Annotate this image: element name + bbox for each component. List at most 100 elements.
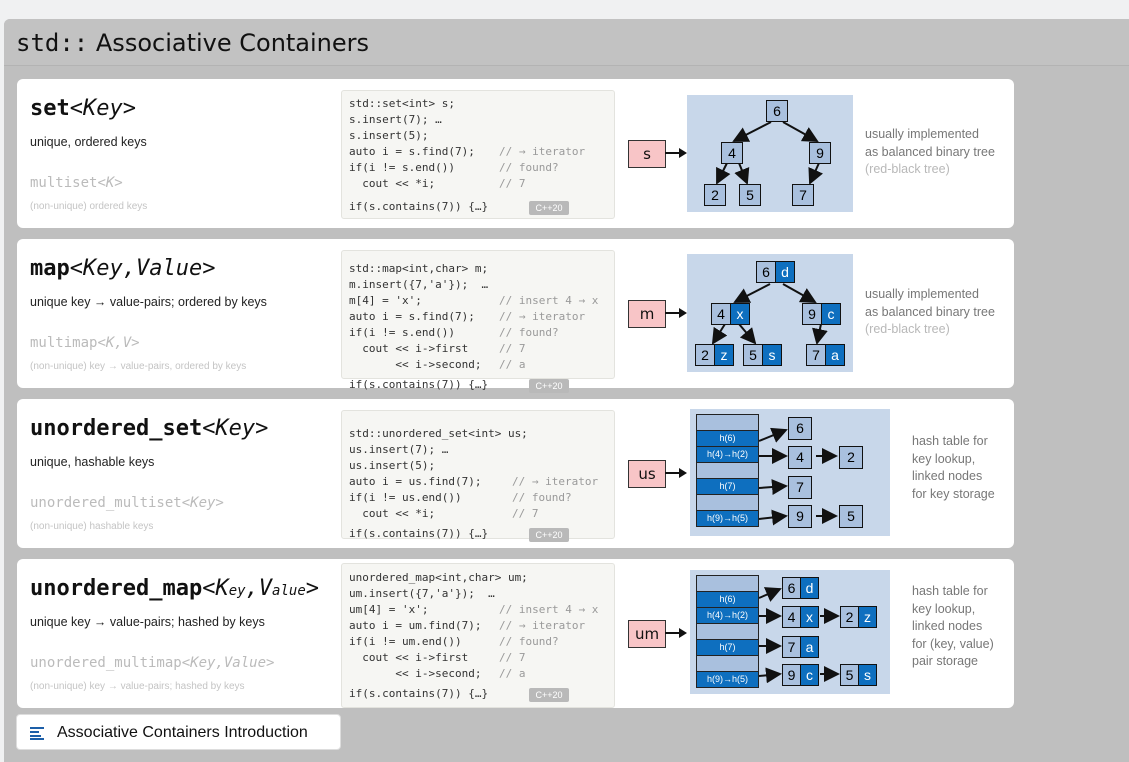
code-line: if(i != um.end()) [349,635,462,648]
list-icon [30,727,44,740]
node-value: a [801,636,819,658]
associative-containers-intro-link[interactable]: Associative Containers Introduction [16,714,341,750]
hash-node: 9 [788,505,812,528]
card-set: set<Key> unique, ordered keys multiset<K… [17,79,1014,228]
card-unordered-set: unordered_set<Key> unique, hashable keys… [17,399,1014,548]
heading-unordered-map: unordered_map<Key,Value> [30,576,320,601]
node-value: x [731,303,750,325]
code-comment: // → iterator [499,145,586,158]
code-line: cout << i->first [349,651,469,664]
code-example: unordered_map<int,char> um; um.insert({7… [341,563,615,708]
hash-bucket: h(6) [696,591,759,608]
code-comment: // found? [499,326,559,339]
code-line: auto i = um.find(7); [349,619,482,632]
node-key: 9 [782,664,801,686]
multi-variant: unordered_multimap<Key,Value> [30,655,275,671]
hash-node: 7 a [782,636,819,658]
code-comment: // found? [499,161,559,174]
code-comment: // insert 4 → x [499,294,599,307]
code-comment: // a [499,358,526,371]
code-line: std::set<int> s; [349,97,455,110]
hash-node: 2 [839,446,863,469]
hash-table-diagram: h(6) h(4)→h(2) h(7) h(9)→h(5) 6 4 2 7 9 … [690,409,890,536]
tree-node: 2 [704,184,726,206]
tree-node: 7 [792,184,814,206]
cpp20-badge: C++20 [529,201,569,215]
page-title: std:: Associative Containers [16,29,370,57]
hash-node: 4 x [782,606,819,628]
code-comment: // 7 [499,651,526,664]
code-line: m[4] = 'x'; [349,294,422,307]
hash-bucket [696,414,759,431]
hash-bucket: h(4)→h(2) [696,607,759,624]
description: unique, ordered keys [30,135,147,149]
hash-bucket: h(7) [696,478,759,495]
implementation-note: hash table for key lookup, linked nodes for… [912,584,994,668]
hash-bucket [696,655,759,672]
node-value: a [826,344,845,366]
code-line: auto i = s.find(7); [349,310,475,323]
node-key: 6 [782,577,801,599]
node-key: 9 [802,303,822,325]
implementation-note: hash table for key lookup, linked nodes for… [912,434,995,501]
code-line: um.insert({7,'a'}); … [349,587,495,600]
card-unordered-map: unordered_map<Key,Value> unique key → va… [17,559,1014,708]
node-key: 5 [743,344,763,366]
hash-node: 2 z [840,606,877,628]
hash-bucket: h(7) [696,639,759,656]
tree-diagram: 6 d 4 x 9 c 2 z 5 s 7 a [687,254,853,372]
hash-node: 5 [839,505,863,528]
hash-bucket: h(9)→h(5) [696,510,759,527]
variable-box: us [628,460,666,488]
code-line: if(i != us.end()) [349,491,462,504]
hash-node: 6 [788,417,812,440]
hash-node: 5 s [840,664,877,686]
node-key: 7 [782,636,801,658]
code-line: if(s.contains(7)) {…} [349,687,489,700]
node-key: 7 [806,344,826,366]
node-value: s [763,344,782,366]
code-line: if(s.contains(7)) {…} [349,200,489,213]
code-example: std::set<int> s; s.insert(7); … s.insert… [341,90,615,219]
node-value: z [715,344,734,366]
code-comment: // → iterator [499,310,586,323]
tree-node: 7 a [806,344,845,366]
variable-box: m [628,300,666,328]
code-line: m.insert({7,'a'}); … [349,278,489,291]
hash-bucket [696,575,759,592]
node-key: 2 [695,344,715,366]
heading-unordered-set: unordered_set<Key> [30,416,269,441]
node-value: c [822,303,841,325]
multi-variant-note: (non-unique) key → value-pairs; hashed b… [30,681,245,692]
code-comment: // 7 [499,342,526,355]
code-comment: // found? [512,491,572,504]
hash-node: 4 [788,446,812,469]
multi-variant-note: (non-unique) ordered keys [30,201,148,212]
hash-node: 6 d [782,577,819,599]
hash-table-diagram: h(6) h(4)→h(2) h(7) h(9)→h(5) 6 d 4 x 2 … [690,570,890,694]
code-line: unordered_map<int,char> um; [349,571,528,584]
code-line: us.insert(7); … [349,443,449,456]
hash-bucket [696,494,759,511]
variable-box: s [628,140,666,168]
node-key: 4 [711,303,731,325]
code-comment: // 7 [499,177,526,190]
code-line: << i->second; [349,358,482,371]
code-line: std::map<int,char> m; [349,262,489,275]
hash-node: 7 [788,476,812,499]
code-line: s.insert(7); … [349,113,442,126]
code-line: std::unordered_set<int> us; [349,427,528,440]
code-comment: // → iterator [499,619,586,632]
code-line: auto i = us.find(7); [349,475,482,488]
implementation-note: usually implemented as balanced binary tr… [865,127,995,176]
code-comment: // found? [499,635,559,648]
code-line: cout << *i; [349,177,436,190]
hash-node: 9 c [782,664,819,686]
card-map: map<Key,Value> unique key → value-pairs;… [17,239,1014,393]
multi-variant: unordered_multiset<Key> [30,495,224,511]
arrow [665,308,687,318]
heading-map: map<Key,Value> [30,256,216,281]
hash-bucket: h(9)→h(5) [696,671,759,688]
node-value: d [801,577,819,599]
variable-box: um [628,620,666,648]
